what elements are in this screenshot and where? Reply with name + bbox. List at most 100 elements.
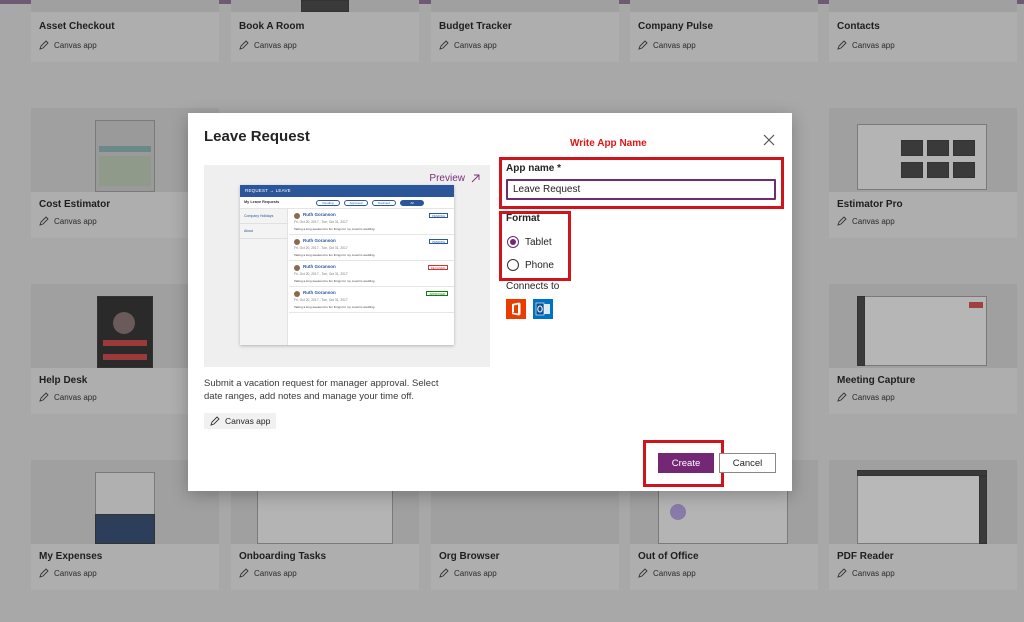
template-tile-meeting-capture[interactable]: Meeting Capture Canvas app: [829, 284, 1017, 414]
template-type-label: Canvas app: [852, 40, 895, 50]
template-type: Canvas app: [837, 40, 895, 50]
avatar: [294, 239, 300, 245]
format-option-label: Tablet: [525, 236, 552, 248]
pencil-icon: [210, 416, 220, 426]
pencil-icon: [638, 40, 648, 50]
template-title: PDF Reader: [837, 551, 894, 562]
mock-dates: Fri, Oct 20, 2017 - Tue, Oct 31, 2017: [294, 272, 348, 276]
template-type: Canvas app: [837, 216, 895, 226]
pencil-icon: [39, 568, 49, 578]
template-type: Canvas app: [837, 392, 895, 402]
create-app-dialog: Leave Request Preview REQUEST → LEAVE My…: [188, 113, 792, 491]
template-type-label: Canvas app: [454, 568, 497, 578]
template-type-tag: Canvas app: [204, 413, 277, 429]
template-tile-budget-tracker[interactable]: Budget Tracker Canvas app: [431, 0, 619, 62]
template-type: Canvas app: [39, 568, 97, 578]
connects-to-label: Connects to: [506, 281, 560, 292]
app-name-input[interactable]: [506, 179, 776, 200]
mock-dates: Fri, Oct 20, 2017 - Tue, Oct 31, 2017: [294, 220, 348, 224]
mock-sidebar: Company Holidays About: [240, 209, 288, 345]
template-tile-estimator-pro[interactable]: Estimator Pro Canvas app: [829, 108, 1017, 238]
avatar: [294, 291, 300, 297]
template-thumbnail: [829, 284, 1017, 368]
mock-list-title: My Leave Requests: [244, 200, 280, 204]
template-title: Budget Tracker: [439, 21, 512, 32]
template-type-label: Canvas app: [54, 568, 97, 578]
template-tile-book-a-room[interactable]: Book A Room Canvas app: [231, 0, 419, 62]
template-tile-asset-checkout[interactable]: Asset Checkout Canvas app: [31, 0, 219, 62]
template-title: Onboarding Tasks: [239, 551, 327, 562]
template-type: Canvas app: [638, 568, 696, 578]
template-title: Cost Estimator: [39, 199, 111, 210]
template-type-label: Canvas app: [653, 40, 696, 50]
radio-tablet[interactable]: [507, 236, 519, 248]
template-tile-pdf-reader[interactable]: PDF Reader Canvas app: [829, 460, 1017, 590]
pencil-icon: [239, 568, 249, 578]
app-name-label: App name *: [506, 163, 562, 174]
radio-phone[interactable]: [507, 259, 519, 271]
template-thumbnail: [829, 460, 1017, 544]
pencil-icon: [239, 40, 249, 50]
template-thumbnail: [431, 0, 619, 12]
template-thumbnail: [829, 0, 1017, 12]
mock-filter-pending: Pending: [316, 200, 340, 206]
template-type-label: Canvas app: [454, 40, 497, 50]
pencil-icon: [39, 216, 49, 226]
template-title: Asset Checkout: [39, 21, 115, 32]
format-option-phone[interactable]: Phone: [507, 259, 554, 271]
template-type: Canvas app: [39, 216, 97, 226]
pencil-icon: [837, 40, 847, 50]
close-icon[interactable]: [762, 133, 776, 147]
template-type: Canvas app: [638, 40, 696, 50]
template-type: Canvas app: [39, 392, 97, 402]
format-option-tablet[interactable]: Tablet: [507, 236, 552, 248]
template-thumbnail: [829, 108, 1017, 192]
template-tile-company-pulse[interactable]: Company Pulse Canvas app: [630, 0, 818, 62]
template-thumbnail: [31, 0, 219, 12]
format-option-label: Phone: [525, 259, 554, 271]
template-title: Out of Office: [638, 551, 699, 562]
preview-label: Preview: [429, 173, 465, 184]
status-badge: APPROVED: [426, 291, 448, 296]
mock-note: Taking a long weekend to fun things for …: [294, 279, 376, 283]
template-title: My Expenses: [39, 551, 103, 562]
mock-name: Ruth Goranson: [303, 212, 336, 217]
pencil-icon: [439, 40, 449, 50]
template-type: Canvas app: [239, 568, 297, 578]
pencil-icon: [39, 40, 49, 50]
template-title: Org Browser: [439, 551, 500, 562]
template-type-label: Canvas app: [852, 392, 895, 402]
pencil-icon: [39, 392, 49, 402]
mock-name: Ruth Goranson: [303, 290, 336, 295]
mock-side-item: Company Holidays: [240, 209, 287, 224]
template-type: Canvas app: [439, 40, 497, 50]
mock-name: Ruth Goranson: [303, 264, 336, 269]
template-tile-contacts[interactable]: Contacts Canvas app: [829, 0, 1017, 62]
template-description: Submit a vacation request for manager ap…: [204, 378, 439, 402]
outlook-icon: [533, 299, 553, 319]
template-title: Meeting Capture: [837, 375, 916, 386]
mock-note: Taking a long weekend to fun things for …: [294, 305, 376, 309]
pencil-icon: [837, 392, 847, 402]
mock-dates: Fri, Oct 20, 2017 - Tue, Oct 31, 2017: [294, 298, 348, 302]
list-item: Ruth Goranson Fri, Oct 20, 2017 - Tue, O…: [289, 261, 454, 287]
template-type-tag-label: Canvas app: [225, 416, 271, 426]
mock-note: Taking a long weekend to fun things for …: [294, 253, 376, 257]
template-type-label: Canvas app: [54, 40, 97, 50]
template-type: Canvas app: [837, 568, 895, 578]
template-title: Help Desk: [39, 375, 88, 386]
preview-link[interactable]: Preview: [429, 173, 480, 184]
template-type: Canvas app: [39, 40, 97, 50]
cancel-button[interactable]: Cancel: [719, 453, 776, 473]
list-item: Ruth Goranson Fri, Oct 20, 2017 - Tue, O…: [289, 235, 454, 261]
template-type: Canvas app: [439, 568, 497, 578]
template-title: Company Pulse: [638, 21, 714, 32]
pencil-icon: [837, 216, 847, 226]
mock-name: Ruth Goranson: [303, 238, 336, 243]
create-button[interactable]: Create: [658, 453, 714, 473]
dialog-title: Leave Request: [204, 128, 310, 145]
status-badge: PENDING: [429, 213, 448, 218]
template-type-label: Canvas app: [254, 568, 297, 578]
mock-filter-approved: Approved: [344, 200, 368, 206]
template-type: Canvas app: [239, 40, 297, 50]
